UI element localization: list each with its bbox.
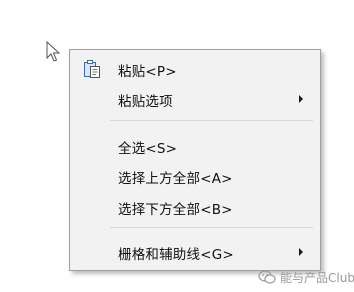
submenu-arrow-icon <box>299 95 303 103</box>
context-menu: 粘贴<P> 粘贴选项 全选<S> 选择上方全部<A> 选择下方全部<B> 栅格和… <box>69 49 321 271</box>
paste-icon <box>84 60 100 78</box>
menu-separator <box>110 120 313 121</box>
submenu-arrow-icon <box>299 248 303 256</box>
wechat-icon <box>258 270 276 284</box>
menu-separator <box>110 227 313 228</box>
menu-item-label: 粘贴<P> <box>118 64 177 80</box>
watermark-text: 能与产品Club <box>280 270 354 285</box>
menu-item-select-below[interactable]: 选择下方全部<B> <box>70 194 320 220</box>
desktop-canvas: 粘贴<P> 粘贴选项 全选<S> 选择上方全部<A> 选择下方全部<B> 栅格和… <box>0 0 354 292</box>
menu-item-paste[interactable]: 粘贴<P> <box>70 56 320 82</box>
mouse-pointer-icon <box>46 41 61 62</box>
watermark: 能与产品Club <box>258 266 354 288</box>
menu-item-paste-options[interactable]: 粘贴选项 <box>70 86 320 112</box>
menu-item-label: 选择下方全部<B> <box>118 202 233 218</box>
menu-item-select-all[interactable]: 全选<S> <box>70 133 320 159</box>
menu-item-label: 栅格和辅助线<G> <box>118 247 234 263</box>
menu-item-grids-guides[interactable]: 栅格和辅助线<G> <box>70 239 320 265</box>
menu-item-select-above[interactable]: 选择上方全部<A> <box>70 163 320 189</box>
menu-item-label: 选择上方全部<A> <box>118 171 233 187</box>
menu-item-label: 全选<S> <box>118 141 178 157</box>
menu-item-label: 粘贴选项 <box>118 94 173 110</box>
